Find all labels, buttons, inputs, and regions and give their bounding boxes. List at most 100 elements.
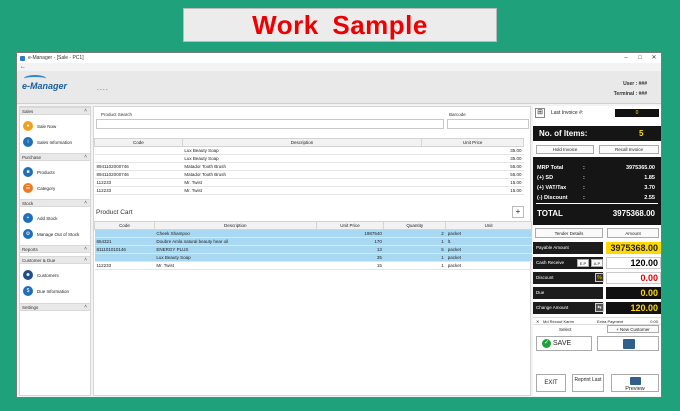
preview-printer-icon (630, 377, 641, 385)
sidebar-item-manage-out-of-stock[interactable]: ⚙ Manage Out of Stock (20, 226, 90, 242)
items-count-row: No. of Items: 5 (533, 126, 661, 141)
select-customer[interactable]: Select (559, 327, 572, 332)
minimize-icon[interactable]: – (619, 53, 633, 63)
manage-stock-icon: ⚙ (23, 229, 33, 239)
chevron-up-icon: ˄ (84, 200, 87, 206)
col-description[interactable]: Description (181, 138, 423, 147)
back-arrow-icon[interactable]: ← (20, 64, 26, 70)
cart-col-description[interactable]: Description (153, 221, 317, 230)
tender-details-tab[interactable]: Tender Details (535, 228, 603, 238)
cash-receive-input[interactable] (606, 257, 661, 269)
table-row[interactable]: 112233 Mr. Twist 15.00 (94, 186, 524, 195)
check-icon: ✓ (542, 339, 551, 348)
sidebar-section-reports[interactable]: Reports ˄ (20, 245, 90, 253)
category-icon: ☰ (23, 183, 33, 193)
add-cart-button[interactable]: + (512, 206, 524, 218)
sidebar-item-due-information[interactable]: $ Due Information (20, 283, 90, 299)
vat-label: (+) VAT/Tax (537, 185, 567, 191)
cart-row[interactable]: 654321 Doubre Amla natural beauty hear oi… (94, 237, 532, 246)
chevron-up-icon: ˄ (84, 246, 87, 252)
product-cart-title: Product Cart (96, 209, 133, 216)
discount-label: (-) Discount (537, 195, 568, 201)
cart-col-unit[interactable]: Unit (445, 221, 532, 230)
product-search-input[interactable] (96, 119, 444, 129)
cart-table: Code Description Unit Price Quantity Uni… (94, 221, 532, 270)
due-icon: $ (23, 286, 33, 296)
payable-amount-value: 3975368.00 (606, 242, 661, 254)
products-icon: ■ (23, 167, 33, 177)
sidebar-section-stock[interactable]: Stock ˄ (20, 199, 90, 207)
grid-icon[interactable]: ⊞ (535, 108, 545, 118)
hold-invoice-button[interactable]: Hold Invoice (536, 145, 594, 154)
reprint-last-button[interactable]: Reprint Last (572, 374, 604, 392)
maximize-icon[interactable]: □ (633, 53, 647, 63)
items-count-value: 5 (639, 129, 644, 138)
product-table: Code Description Unit Price Lux Beauty S… (94, 138, 524, 195)
terminal-label: Terminal : ### (613, 91, 647, 97)
sidebar-section-customer-due[interactable]: Customer & Due ˄ (20, 256, 90, 264)
cart-row[interactable]: 811101010146 ENERGY PLUS 13 5 packet (94, 245, 532, 254)
printer-icon (623, 339, 635, 349)
exit-button[interactable]: EXIT (536, 374, 566, 392)
print-button[interactable] (597, 336, 659, 351)
sidebar-item-products[interactable]: ■ Products (20, 164, 90, 180)
window-title: e-Manager - [Sale - PC1] (28, 55, 84, 61)
total-label: TOTAL (537, 209, 563, 218)
table-row[interactable]: 112233 Mr. Twist 15.00 (94, 178, 524, 187)
sidebar-section-settings[interactable]: Settings ˄ (20, 303, 90, 311)
sidebar-section-purchase[interactable]: Purchase ˄ (20, 153, 90, 161)
discount-value: 2.55 (644, 195, 655, 201)
sd-value: 1.85 (644, 175, 655, 181)
cart-row[interactable]: Lux Beauty Soap 35 1 packet (94, 253, 532, 262)
mrp-total-value: 3975365.00 (625, 165, 655, 171)
app-logo: e-Manager (22, 75, 67, 91)
preview-button[interactable]: Preview (611, 374, 659, 392)
cart-col-code[interactable]: Code (94, 221, 155, 230)
mrp-total-label: MRP Total (537, 165, 564, 171)
change-icon[interactable]: ⇆ (595, 303, 604, 312)
col-code[interactable]: Code (94, 138, 183, 147)
cart-row[interactable]: Cheek Shampoo 1987540 2 packet (94, 229, 532, 238)
ep-button[interactable]: E.P (577, 259, 589, 267)
col-unit-price[interactable]: Unit Price (421, 138, 524, 147)
sale-icon: ● (23, 121, 33, 131)
new-customer-button[interactable]: + New Customer (607, 325, 659, 333)
cart-col-quantity[interactable]: Quantity (383, 221, 447, 230)
customers-icon: ☻ (23, 270, 33, 280)
sidebar-section-sales[interactable]: Sales ˄ (20, 107, 90, 115)
cart-col-unit-price[interactable]: Unit Price (315, 221, 385, 230)
table-row[interactable]: Lux Beauty Soap 35.00 (94, 146, 524, 155)
sidebar-item-add-stock[interactable]: + Add Stock (20, 210, 90, 226)
sidebar-item-sale-now[interactable]: ● Sale Now (20, 118, 90, 134)
work-sample-banner: Work Sample (183, 8, 497, 42)
change-row: Change Amount ⇆ 120.00 (533, 302, 661, 314)
window-controls: – □ ✕ (619, 53, 661, 63)
table-row[interactable]: 8941102000746 Matador Tooth Brush 55.00 (94, 162, 524, 171)
table-row[interactable]: Lux Beauty Soap 35.00 (94, 154, 524, 163)
app-icon (20, 55, 25, 61)
barcode-input[interactable] (447, 119, 529, 129)
save-button[interactable]: ✓ SAVE (536, 336, 592, 351)
recall-invoice-button[interactable]: Recall Invoice (599, 145, 659, 154)
table-row[interactable]: 8941102000746 Matador Tooth Brush 55.00 (94, 170, 524, 179)
totals-box: MRP Total (+) SD (+) VAT/Tax (-) Discoun… (533, 157, 661, 225)
info-icon: i (23, 137, 33, 147)
ap-button[interactable]: A.P (591, 259, 603, 267)
add-stock-icon: + (23, 213, 33, 223)
user-label: User : ### (623, 81, 647, 87)
cart-row[interactable]: 112233 Mr. Twist 15 1 packet (94, 261, 532, 270)
discount-calc-icon[interactable]: % (595, 273, 604, 282)
total-value: 3975368.00 (612, 209, 655, 218)
amount-tab[interactable]: Amount (607, 228, 659, 238)
customer-close-icon[interactable]: ✕ (536, 318, 539, 326)
discount-input[interactable] (606, 272, 661, 284)
due-row: Due 0.00 (533, 287, 661, 299)
sidebar-item-customers[interactable]: ☻ Customers (20, 267, 90, 283)
chevron-up-icon: ˄ (84, 108, 87, 114)
title-bar: e-Manager - [Sale - PC1] – □ ✕ (17, 53, 661, 63)
checkout-panel: ⊞ Last Invoice #: 0 No. of Items: 5 Hold… (533, 106, 661, 396)
sidebar-item-category[interactable]: ☰ Category (20, 180, 90, 196)
product-search-label: Product Search (101, 112, 133, 117)
close-icon[interactable]: ✕ (647, 53, 661, 63)
sidebar-item-sales-information[interactable]: i Sales Information (20, 134, 90, 150)
